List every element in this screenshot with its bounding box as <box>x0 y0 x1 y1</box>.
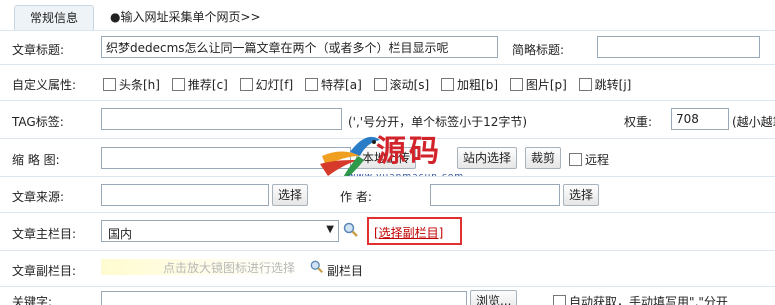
select-sub-column-link[interactable]: [选择副栏目] <box>374 224 443 241</box>
author-input[interactable] <box>430 184 560 206</box>
magnifier-icon[interactable] <box>310 260 324 274</box>
source-label: 文章来源: <box>12 190 65 204</box>
checkbox[interactable] <box>578 78 592 91</box>
source-input[interactable] <box>101 184 269 206</box>
weight-input[interactable] <box>671 108 729 130</box>
short-title-label: 简略标题: <box>512 43 565 57</box>
main-column-select[interactable]: 国内 ▼ <box>101 220 339 242</box>
highlight-box: [选择副栏目] <box>367 217 462 245</box>
attr-option[interactable]: 幻灯[f] <box>239 78 293 92</box>
tab-collect-url[interactable]: ●输入网址采集单个网页>> <box>110 5 261 30</box>
checkbox[interactable] <box>373 78 387 91</box>
author-select-button[interactable]: 选择 <box>563 184 600 206</box>
main-column-row: 文章主栏目: 国内 ▼ [选择副栏目] <box>0 212 775 251</box>
attr-options: 头条[h] 推荐[c] 幻灯[f] 特荐[a] 滚动[s] 加粗[b] 图片[p… <box>103 76 639 93</box>
attr-option[interactable]: 头条[h] <box>103 78 160 92</box>
checkbox[interactable] <box>305 78 319 91</box>
crop-button[interactable]: 裁剪 <box>525 147 562 169</box>
keywords-input[interactable] <box>101 291 467 305</box>
main-column-value: 国内 <box>108 227 133 241</box>
attr-option[interactable]: 跳转[j] <box>578 78 631 92</box>
author-label: 作 者: <box>340 190 372 204</box>
checkbox[interactable] <box>171 78 185 91</box>
magnifier-icon[interactable] <box>343 222 359 238</box>
main-column-label: 文章主栏目: <box>12 227 77 241</box>
attr-option[interactable]: 滚动[s] <box>373 78 429 92</box>
attr-row: 自定义属性: 头条[h] 推荐[c] 幻灯[f] 特荐[a] 滚动[s] 加粗[… <box>0 64 775 101</box>
weight-label: 权重: <box>624 115 653 129</box>
tag-input[interactable] <box>101 108 342 130</box>
checkbox[interactable] <box>239 78 253 91</box>
attr-option[interactable]: 推荐[c] <box>171 78 228 92</box>
title-row: 文章标题: 简略标题: <box>0 30 775 65</box>
browse-button[interactable]: 浏览... <box>470 290 518 305</box>
checkbox[interactable] <box>509 78 523 91</box>
source-select-button[interactable]: 选择 <box>272 184 309 206</box>
tab-general[interactable]: 常规信息 <box>14 5 94 31</box>
remote-checkbox[interactable] <box>569 153 582 166</box>
title-input[interactable] <box>101 36 498 58</box>
sub-column-label: 文章副栏目: <box>12 264 77 278</box>
attr-option[interactable]: 特荐[a] <box>305 78 362 92</box>
title-label: 文章标题: <box>12 43 65 57</box>
weight-hint: (越小越靠前) <box>732 115 775 129</box>
attr-label: 自定义属性: <box>12 78 77 92</box>
attr-option[interactable]: 图片[p] <box>509 78 567 92</box>
auto-keywords-option[interactable]: 自动获取，手动填写用","分开 <box>553 293 728 305</box>
tag-label: TAG标签: <box>12 115 64 129</box>
sub-column-field[interactable]: 点击放大镜图标进行选择 <box>101 259 303 275</box>
sub-column-icon-label[interactable]: 副栏目 <box>327 262 363 279</box>
keywords-label: 关键字: <box>12 295 53 305</box>
attr-option[interactable]: 加粗[b] <box>441 78 498 92</box>
sub-column-placeholder: 点击放大镜图标进行选择 <box>163 261 296 275</box>
remote-option[interactable]: 远程 <box>569 151 609 168</box>
thumb-label: 缩 略 图: <box>12 153 60 167</box>
sub-column-row: 文章副栏目: 点击放大镜图标进行选择 副栏目 <box>0 250 775 287</box>
keywords-row: 关键字: 浏览... 自动获取，手动填写用","分开 <box>0 286 775 305</box>
chevron-down-icon: ▼ <box>326 224 334 235</box>
source-row: 文章来源: 选择 作 者: 选择 <box>0 176 775 213</box>
short-title-input[interactable] <box>597 36 760 58</box>
tab-bar: 常规信息 ●输入网址采集单个网页>> <box>0 0 775 31</box>
checkbox[interactable] <box>441 78 455 91</box>
checkbox[interactable] <box>103 78 116 91</box>
